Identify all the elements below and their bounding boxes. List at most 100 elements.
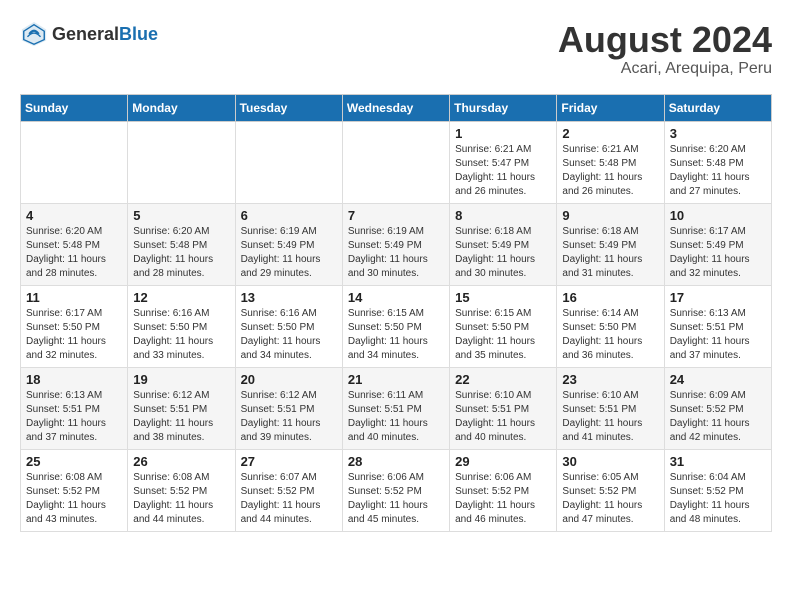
day-number: 24 xyxy=(670,372,766,387)
day-number: 15 xyxy=(455,290,551,305)
day-header-saturday: Saturday xyxy=(664,94,771,121)
day-number: 20 xyxy=(241,372,337,387)
day-number: 25 xyxy=(26,454,122,469)
day-cell: 27 Sunrise: 6:07 AM Sunset: 5:52 PM Dayli… xyxy=(235,449,342,531)
day-cell: 15Sunrise: 6:15 AM Sunset: 5:50 PM Dayli… xyxy=(450,285,557,367)
day-number: 5 xyxy=(133,208,229,223)
day-info: Sunrise: 6:20 AM Sunset: 5:48 PM Dayligh… xyxy=(133,225,229,281)
day-number: 9 xyxy=(562,208,658,223)
logo: GeneralBlue xyxy=(20,20,158,48)
day-info: Sunrise: 6:17 AM Sunset: 5:50 PM Dayligh… xyxy=(26,307,122,363)
logo-icon xyxy=(20,20,48,48)
day-info: Sunrise: 6:05 AM Sunset: 5:52 PM Dayligh… xyxy=(562,471,658,527)
day-info: Sunrise: 6:17 AM Sunset: 5:49 PM Dayligh… xyxy=(670,225,766,281)
day-info: Sunrise: 6:20 AM Sunset: 5:48 PM Dayligh… xyxy=(670,143,766,199)
day-cell: 24 Sunrise: 6:09 AM Sunset: 5:52 PM Dayli… xyxy=(664,367,771,449)
day-info: Sunrise: 6:16 AM Sunset: 5:50 PM Dayligh… xyxy=(133,307,229,363)
day-cell: 21 Sunrise: 6:11 AM Sunset: 5:51 PM Dayli… xyxy=(342,367,449,449)
day-info: Sunrise: 6:06 AM Sunset: 5:52 PM Dayligh… xyxy=(455,471,551,527)
day-cell xyxy=(235,121,342,203)
day-cell: 9 Sunrise: 6:18 AM Sunset: 5:49 PM Daylig… xyxy=(557,203,664,285)
day-number: 12 xyxy=(133,290,229,305)
day-number: 6 xyxy=(241,208,337,223)
day-number: 8 xyxy=(455,208,551,223)
day-number: 26 xyxy=(133,454,229,469)
day-cell: 5 Sunrise: 6:20 AM Sunset: 5:48 PM Daylig… xyxy=(128,203,235,285)
day-cell: 3Sunrise: 6:20 AM Sunset: 5:48 PM Daylig… xyxy=(664,121,771,203)
day-cell: 18 Sunrise: 6:13 AM Sunset: 5:51 PM Dayli… xyxy=(21,367,128,449)
day-info: Sunrise: 6:14 AM Sunset: 5:50 PM Dayligh… xyxy=(562,307,658,363)
day-info: Sunrise: 6:16 AM Sunset: 5:50 PM Dayligh… xyxy=(241,307,337,363)
day-info: Sunrise: 6:21 AM Sunset: 5:47 PM Dayligh… xyxy=(455,143,551,199)
logo-text: GeneralBlue xyxy=(52,24,158,45)
day-cell: 22 Sunrise: 6:10 AM Sunset: 5:51 PM Dayli… xyxy=(450,367,557,449)
day-info: Sunrise: 6:20 AM Sunset: 5:48 PM Dayligh… xyxy=(26,225,122,281)
day-cell: 13 Sunrise: 6:16 AM Sunset: 5:50 PM Dayli… xyxy=(235,285,342,367)
day-cell: 7 Sunrise: 6:19 AM Sunset: 5:49 PM Daylig… xyxy=(342,203,449,285)
day-info: Sunrise: 6:18 AM Sunset: 5:49 PM Dayligh… xyxy=(562,225,658,281)
day-cell xyxy=(128,121,235,203)
logo-blue: Blue xyxy=(119,24,158,44)
day-cell: 16 Sunrise: 6:14 AM Sunset: 5:50 PM Dayli… xyxy=(557,285,664,367)
day-number: 29 xyxy=(455,454,551,469)
day-info: Sunrise: 6:18 AM Sunset: 5:49 PM Dayligh… xyxy=(455,225,551,281)
day-number: 16 xyxy=(562,290,658,305)
day-info: Sunrise: 6:21 AM Sunset: 5:48 PM Dayligh… xyxy=(562,143,658,199)
day-number: 23 xyxy=(562,372,658,387)
day-cell xyxy=(342,121,449,203)
day-number: 28 xyxy=(348,454,444,469)
day-info: Sunrise: 6:10 AM Sunset: 5:51 PM Dayligh… xyxy=(455,389,551,445)
day-number: 21 xyxy=(348,372,444,387)
day-info: Sunrise: 6:09 AM Sunset: 5:52 PM Dayligh… xyxy=(670,389,766,445)
day-info: Sunrise: 6:10 AM Sunset: 5:51 PM Dayligh… xyxy=(562,389,658,445)
day-number: 1 xyxy=(455,126,551,141)
day-info: Sunrise: 6:13 AM Sunset: 5:51 PM Dayligh… xyxy=(670,307,766,363)
day-info: Sunrise: 6:08 AM Sunset: 5:52 PM Dayligh… xyxy=(26,471,122,527)
title-block: August 2024 Acari, Arequipa, Peru xyxy=(558,20,772,78)
day-header-wednesday: Wednesday xyxy=(342,94,449,121)
calendar-title: August 2024 xyxy=(558,20,772,60)
day-header-thursday: Thursday xyxy=(450,94,557,121)
day-cell: 31 Sunrise: 6:04 AM Sunset: 5:52 PM Dayli… xyxy=(664,449,771,531)
day-number: 2 xyxy=(562,126,658,141)
day-number: 31 xyxy=(670,454,766,469)
day-number: 4 xyxy=(26,208,122,223)
day-header-sunday: Sunday xyxy=(21,94,128,121)
day-info: Sunrise: 6:07 AM Sunset: 5:52 PM Dayligh… xyxy=(241,471,337,527)
week-row-2: 4 Sunrise: 6:20 AM Sunset: 5:48 PM Daylig… xyxy=(21,203,772,285)
header-row: SundayMondayTuesdayWednesdayThursdayFrid… xyxy=(21,94,772,121)
day-number: 18 xyxy=(26,372,122,387)
day-cell: 23 Sunrise: 6:10 AM Sunset: 5:51 PM Dayli… xyxy=(557,367,664,449)
day-cell: 26 Sunrise: 6:08 AM Sunset: 5:52 PM Dayli… xyxy=(128,449,235,531)
day-cell xyxy=(21,121,128,203)
day-info: Sunrise: 6:12 AM Sunset: 5:51 PM Dayligh… xyxy=(241,389,337,445)
day-info: Sunrise: 6:04 AM Sunset: 5:52 PM Dayligh… xyxy=(670,471,766,527)
day-cell: 20 Sunrise: 6:12 AM Sunset: 5:51 PM Dayli… xyxy=(235,367,342,449)
day-number: 7 xyxy=(348,208,444,223)
day-header-friday: Friday xyxy=(557,94,664,121)
day-cell: 25 Sunrise: 6:08 AM Sunset: 5:52 PM Dayli… xyxy=(21,449,128,531)
logo-general: General xyxy=(52,24,119,44)
day-cell: 8 Sunrise: 6:18 AM Sunset: 5:49 PM Daylig… xyxy=(450,203,557,285)
day-cell: 2 Sunrise: 6:21 AM Sunset: 5:48 PM Daylig… xyxy=(557,121,664,203)
day-number: 13 xyxy=(241,290,337,305)
day-number: 22 xyxy=(455,372,551,387)
calendar-table: SundayMondayTuesdayWednesdayThursdayFrid… xyxy=(20,94,772,532)
day-cell: 14Sunrise: 6:15 AM Sunset: 5:50 PM Dayli… xyxy=(342,285,449,367)
day-number: 17 xyxy=(670,290,766,305)
day-info: Sunrise: 6:08 AM Sunset: 5:52 PM Dayligh… xyxy=(133,471,229,527)
day-number: 14 xyxy=(348,290,444,305)
day-number: 27 xyxy=(241,454,337,469)
day-cell: 30Sunrise: 6:05 AM Sunset: 5:52 PM Dayli… xyxy=(557,449,664,531)
day-info: Sunrise: 6:12 AM Sunset: 5:51 PM Dayligh… xyxy=(133,389,229,445)
week-row-4: 18 Sunrise: 6:13 AM Sunset: 5:51 PM Dayli… xyxy=(21,367,772,449)
day-cell: 29 Sunrise: 6:06 AM Sunset: 5:52 PM Dayli… xyxy=(450,449,557,531)
day-info: Sunrise: 6:19 AM Sunset: 5:49 PM Dayligh… xyxy=(241,225,337,281)
day-number: 10 xyxy=(670,208,766,223)
day-info: Sunrise: 6:11 AM Sunset: 5:51 PM Dayligh… xyxy=(348,389,444,445)
day-number: 19 xyxy=(133,372,229,387)
day-info: Sunrise: 6:13 AM Sunset: 5:51 PM Dayligh… xyxy=(26,389,122,445)
day-header-monday: Monday xyxy=(128,94,235,121)
day-cell: 10 Sunrise: 6:17 AM Sunset: 5:49 PM Dayli… xyxy=(664,203,771,285)
day-info: Sunrise: 6:19 AM Sunset: 5:49 PM Dayligh… xyxy=(348,225,444,281)
